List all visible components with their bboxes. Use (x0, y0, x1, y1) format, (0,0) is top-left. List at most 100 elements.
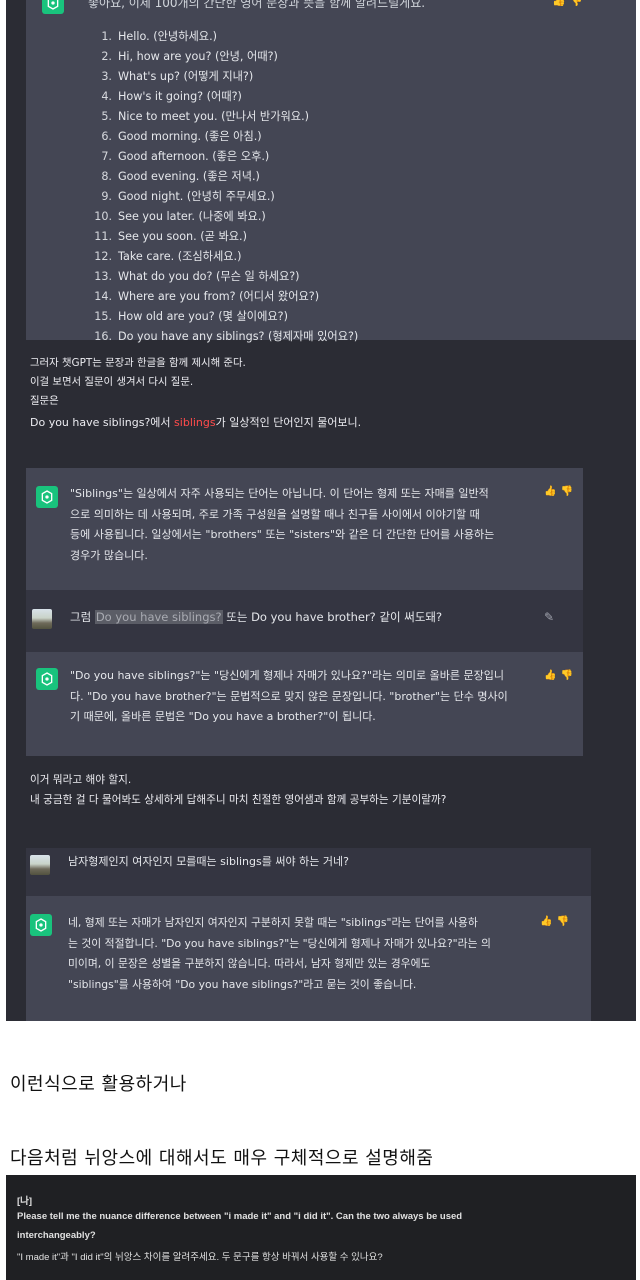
openai-logo-icon (30, 914, 52, 936)
phrase-item: 5. Nice to meet you. (만나서 반가워요.) (90, 108, 358, 128)
openai-logo-icon (42, 0, 64, 14)
text-line: 는 것이 적절합니다. "Do you have siblings?"는 "당신… (68, 936, 491, 950)
selected-text: Do you have siblings? (94, 610, 223, 624)
phrase-item: 6. Good morning. (좋은 아침.) (90, 128, 358, 148)
phrase-number: 8. (101, 170, 112, 183)
phrase-text: Do you have any siblings? (형제자매 있어요?) (118, 330, 359, 343)
phrase-text: Good evening. (좋은 저녁.) (118, 170, 260, 183)
phrase-item: 9. Good night. (안녕히 주무세요.) (90, 188, 358, 208)
phrase-item: 16. Do you have any siblings? (형제자매 있어요?) (90, 328, 358, 348)
gpt-response-1: "Siblings"는 일상에서 자주 사용되는 단어는 아닙니다. 이 단어는… (26, 468, 583, 590)
narration-1: 그러자 챗GPT는 문장과 한글을 함께 제시해 준다. 이걸 보면서 질문이 … (30, 354, 361, 432)
openai-logo-icon (36, 486, 58, 508)
user-message-2: 남자형제인지 여자인지 모를때는 siblings를 써야 하는 거네? (26, 848, 591, 896)
phrase-text: Nice to meet you. (만나서 반가워요.) (118, 110, 310, 123)
chat-screenshot: 좋아요, 이제 100개의 간단한 영어 문장과 뜻을 함께 알려드릴게요. 👍… (6, 0, 636, 1021)
phrase-number: 15. (94, 310, 112, 323)
text-line: 네, 형제 또는 자매가 남자인지 여자인지 구분하지 못할 때는 "sibli… (68, 916, 478, 929)
gpt-response-3: 네, 형제 또는 자매가 남자인지 여자인지 구분하지 못할 때는 "sibli… (26, 896, 591, 1021)
narration-line: 질문은 (30, 395, 59, 407)
phrase-number: 1. (101, 30, 112, 43)
thumbs-up-down-icon[interactable]: 👍👎 (544, 486, 577, 497)
phrase-list: 1. Hello. (안녕하세요.) 2. Hi, how are you? (안녕,… (90, 28, 358, 348)
phrase-number: 10. (94, 210, 112, 223)
edit-pencil-icon[interactable]: ✎ (544, 610, 558, 624)
english-question-line-1: Please tell me the nuance difference bet… (17, 1211, 463, 1222)
phrase-number: 9. (101, 190, 112, 203)
narration-line: 그러자 챗GPT는 문장과 한글을 함께 제시해 준다. (30, 357, 246, 369)
text-line: 등에 사용됩니다. 일상에서는 "brothers" 또는 "sisters"와… (70, 528, 495, 541)
thumbs-up-down-icon[interactable]: 👍 👎 (552, 0, 583, 7)
user-avatar (30, 855, 50, 875)
phrase-item: 7. Good afternoon. (좋은 오후.) (90, 148, 358, 168)
thumbs-up-down-icon[interactable]: 👍👎 (544, 670, 577, 681)
caption-nuance: 다음처럼 뉘앙스에 대해서도 매우 구체적으로 설명해줌 (10, 1148, 434, 1169)
phrase-text: Good afternoon. (좋은 오후.) (118, 150, 270, 163)
phrase-text: What's up? (어떻게 지내?) (118, 70, 254, 83)
gpt-response-phrase-list: 좋아요, 이제 100개의 간단한 영어 문장과 뜻을 함께 알려드릴게요. 👍… (26, 0, 636, 343)
user-avatar (32, 609, 52, 629)
phrase-item: 2. Hi, how are you? (안녕, 어때?) (90, 48, 358, 68)
phrase-number: 7. (101, 150, 112, 163)
text-line: "Siblings"는 일상에서 자주 사용되는 단어는 아닙니다. 이 단어는… (70, 487, 489, 500)
phrase-number: 11. (94, 230, 112, 243)
user-text-pre: 그럼 (70, 610, 95, 624)
list-intro-text: 좋아요, 이제 100개의 간단한 영어 문장과 뜻을 함께 알려드릴게요. (88, 0, 426, 10)
phrase-item: 10. See you later. (나중에 봐요.) (90, 208, 358, 228)
phrase-text: Take care. (조심하세요.) (118, 250, 242, 263)
phrase-text: What do you do? (무슨 일 하세요?) (118, 270, 300, 283)
phrase-number: 3. (101, 70, 112, 83)
narration-line: 이거 뭐라고 해야 할지. (30, 774, 132, 786)
phrase-number: 12. (94, 250, 112, 263)
gpt-response-text: 네, 형제 또는 자매가 남자인지 여자인지 구분하지 못할 때는 "sibli… (68, 913, 491, 995)
phrase-item: 15. How old are you? (몇 살이에요?) (90, 308, 358, 328)
phrase-text: Good night. (안녕히 주무세요.) (118, 190, 275, 203)
question-post: 가 일상적인 단어인지 물어보니. (215, 416, 362, 429)
openai-logo-icon (36, 668, 58, 690)
gpt-response-text: "Siblings"는 일상에서 자주 사용되는 단어는 아닙니다. 이 단어는… (70, 484, 494, 566)
speaker-tag: [나] (17, 1196, 33, 1207)
english-question-line-2: interchangeably? (17, 1230, 96, 1241)
phrase-number: 14. (94, 290, 112, 303)
text-line: 으로 의미하는 데 사용되며, 주로 가족 구성원을 설명할 때나 친구들 사이… (70, 507, 480, 521)
phrase-item: 3. What's up? (어떻게 지내?) (90, 68, 358, 88)
phrase-text: Where are you from? (어디서 왔어요?) (118, 290, 320, 303)
phrase-text: See you later. (나중에 봐요.) (118, 210, 266, 223)
gpt-response-2: "Do you have siblings?"는 "당신에게 형제나 자매가 있… (26, 652, 583, 756)
narration-line: 이걸 보면서 질문이 생겨서 다시 질문. (30, 376, 194, 388)
phrase-item: 8. Good evening. (좋은 저녁.) (90, 168, 358, 188)
narration-2: 이거 뭐라고 해야 할지. 내 궁금한 걸 다 물어봐도 상세하게 답해주니 마… (30, 770, 446, 810)
phrase-text: See you soon. (곧 봐요.) (118, 230, 247, 243)
text-line: 미이며, 이 문장은 성별을 구분하지 않습니다. 따라서, 남자 형제만 있는… (68, 957, 431, 970)
text-line: "Do you have siblings?"는 "당신에게 형제나 자매가 있… (70, 669, 504, 682)
caption-usage: 이런식으로 활용하거나 (10, 1074, 187, 1095)
phrase-text: Good morning. (좋은 아침.) (118, 130, 262, 143)
gpt-response-text: "Do you have siblings?"는 "당신에게 형제나 자매가 있… (70, 666, 508, 728)
phrase-number: 16. (94, 330, 112, 343)
phrase-text: How old are you? (몇 살이에요?) (118, 310, 288, 323)
text-line: 기 때문에, 올바른 문법은 "Do you have a brother?"이… (70, 710, 376, 723)
text-line: "siblings"를 사용하여 "Do you have siblings?"… (68, 977, 417, 991)
thumbs-up-down-icon[interactable]: 👍👎 (540, 916, 573, 927)
narration-question: Do you have siblings?에서 siblings가 일상적인 단… (30, 413, 361, 432)
phrase-text: Hello. (안녕하세요.) (118, 30, 218, 43)
user-text-post: 또는 Do you have brother? 같이 써도돼? (222, 610, 443, 624)
phrase-item: 11. See you soon. (곧 봐요.) (90, 228, 358, 248)
phrase-item: 13. What do you do? (무슨 일 하세요?) (90, 268, 358, 288)
user-message-1: 그럼 Do you have siblings? 또는 Do you have … (26, 590, 583, 652)
phrase-text: Hi, how are you? (안녕, 어때?) (118, 50, 278, 63)
phrase-item: 14. Where are you from? (어디서 왔어요?) (90, 288, 358, 308)
question-panel: [나] Please tell me the nuance difference… (6, 1175, 636, 1280)
phrase-item: 1. Hello. (안녕하세요.) (90, 28, 358, 48)
phrase-item: 4. How's it going? (어때?) (90, 88, 358, 108)
user-message-text: 남자형제인지 여자인지 모를때는 siblings를 써야 하는 거네? (68, 855, 349, 868)
user-message-text: 그럼 Do you have siblings? 또는 Do you have … (70, 607, 442, 628)
phrase-text: How's it going? (어때?) (118, 90, 242, 103)
text-line: 다. "Do you have brother?"는 문법적으로 맞지 않은 문… (70, 689, 508, 703)
highlighted-word: siblings (174, 416, 216, 429)
phrase-number: 13. (94, 270, 112, 283)
phrase-item: 12. Take care. (조심하세요.) (90, 248, 358, 268)
phrase-number: 6. (101, 130, 112, 143)
phrase-number: 5. (101, 110, 112, 123)
text-line: 경우가 많습니다. (70, 548, 148, 562)
